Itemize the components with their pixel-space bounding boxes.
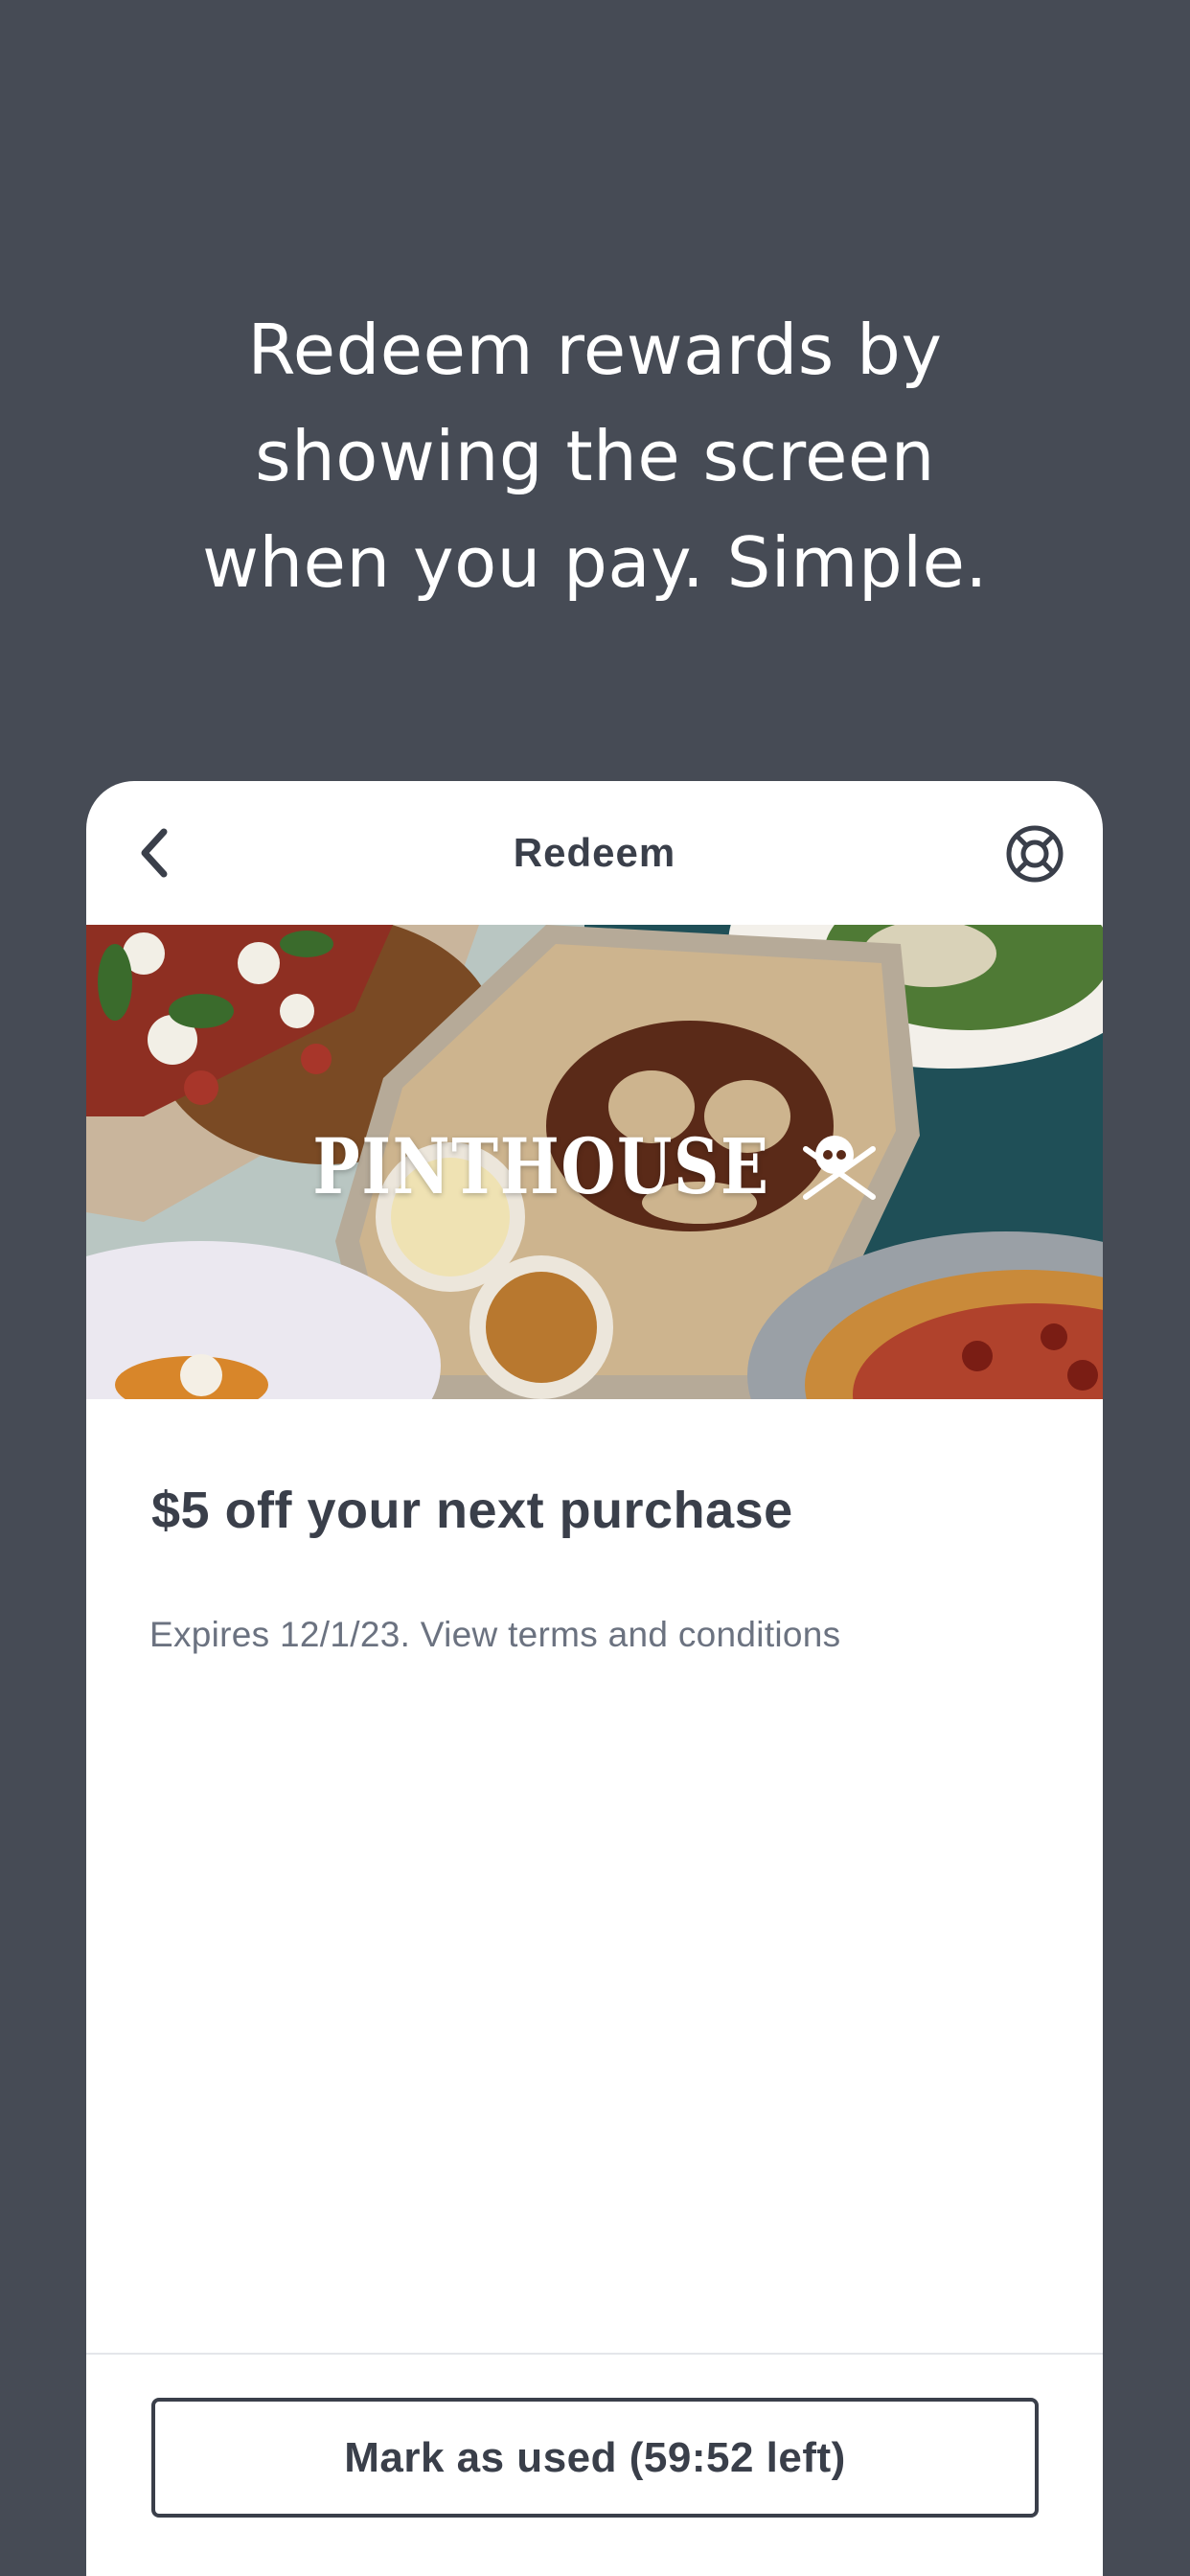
headline-line-1: Redeem rewards by — [247, 310, 943, 390]
offer-title: $5 off your next purchase — [151, 1482, 793, 1539]
page-title: Redeem — [513, 830, 676, 875]
mark-as-used-button[interactable]: Mark as used (59:52 left) — [151, 2398, 1039, 2518]
headline-line-3: when you pay. Simple. — [202, 522, 988, 603]
hero-image: PINTHOUSE — [86, 925, 1103, 1399]
headline: Redeem rewards by showing the screen whe… — [0, 297, 1190, 616]
card-header: Redeem — [86, 781, 1103, 925]
food-photo — [86, 925, 1103, 1399]
back-button[interactable] — [123, 821, 186, 885]
terms-link[interactable]: Expires 12/1/23. View terms and conditio… — [149, 1615, 840, 1655]
help-button[interactable] — [1004, 823, 1065, 885]
chevron-left-icon — [141, 828, 168, 878]
headline-line-2: showing the screen — [255, 416, 935, 496]
redeem-card: Redeem PINTHOUSE $5 off your next purcha… — [86, 781, 1103, 2576]
footer-divider — [86, 2353, 1103, 2355]
lifebuoy-icon — [1006, 825, 1064, 883]
